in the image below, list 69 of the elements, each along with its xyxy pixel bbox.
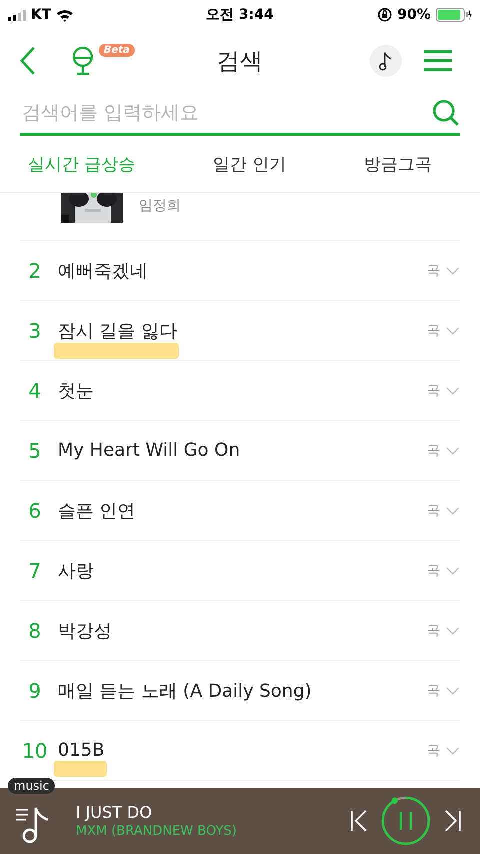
track-title: I JUST DO — [76, 803, 154, 822]
previous-icon[interactable] — [350, 810, 368, 832]
rotation-lock-icon — [378, 8, 392, 22]
type-label: 곡 — [427, 442, 440, 460]
type-label: 곡 — [427, 322, 440, 340]
play-progress-ring[interactable] — [380, 795, 432, 847]
song-title: 예뻐죽겠네 — [58, 260, 148, 282]
track-artist: MXM (BRANDNEW BOYS) — [76, 824, 238, 839]
chevron-down-icon[interactable] — [446, 506, 460, 514]
song-row[interactable]: 8 박강성 곡 — [20, 601, 460, 661]
rank-number: 6 — [28, 498, 42, 522]
song-title: 슬픈 인연 — [58, 500, 136, 522]
type-label: 곡 — [427, 682, 440, 700]
chevron-down-icon[interactable] — [446, 686, 460, 694]
carrier-text: KT — [31, 7, 52, 23]
menu-icon[interactable] — [424, 50, 452, 72]
rank-number: 7 — [28, 558, 42, 582]
page-title: 검색 — [217, 48, 263, 76]
back-icon[interactable] — [20, 46, 36, 76]
search-field[interactable]: 검색어를 입력하세요 — [20, 102, 432, 124]
song-title: 매일 듣는 노래 (A Daily Song) — [58, 680, 312, 702]
song-title: 사랑 — [58, 560, 94, 582]
type-label: 곡 — [427, 622, 440, 640]
rank-number: 9 — [28, 678, 42, 702]
song-title: 잠시 길을 잃다 — [58, 320, 178, 342]
clock-text: 오전 3:44 — [206, 6, 274, 24]
rank-number: 4 — [28, 378, 42, 402]
rank-number: 3 — [28, 318, 42, 342]
song-title: 박강성 — [58, 620, 112, 642]
song-row[interactable]: 4 첫눈 곡 — [20, 361, 460, 421]
type-label: 곡 — [427, 502, 440, 520]
song-row[interactable]: 9 매일 듣는 노래 (A Daily Song) 곡 — [20, 661, 460, 721]
chevron-down-icon[interactable] — [446, 266, 460, 274]
next-icon[interactable] — [444, 810, 462, 832]
chevron-down-icon[interactable] — [446, 566, 460, 574]
song-title: 첫눈 — [58, 380, 94, 402]
type-label: 곡 — [427, 382, 440, 400]
rank-number: 2 — [28, 258, 42, 282]
chevron-down-icon[interactable] — [446, 386, 460, 394]
signal-icon — [8, 10, 26, 20]
rank-number: 5 — [28, 438, 42, 462]
music-note-icon — [379, 51, 393, 71]
artist-name: 임정희 — [139, 197, 181, 215]
wifi-icon — [56, 8, 74, 22]
song-row[interactable]: 5 My Heart Will Go On 곡 — [20, 421, 460, 481]
beta-badge: Beta — [99, 44, 135, 57]
type-label: 곡 — [427, 742, 440, 760]
music-badge: music — [8, 778, 56, 794]
battery-icon — [436, 8, 472, 22]
song-row[interactable]: 2 예뻐죽겠네 곡 — [20, 241, 460, 301]
search-icon[interactable] — [432, 98, 460, 126]
chevron-down-icon[interactable] — [446, 446, 460, 454]
rank-number: 10 — [21, 738, 49, 762]
battery-percent: 90% — [397, 7, 431, 23]
chart-tab[interactable]: 방금그곡 — [364, 146, 432, 182]
song-row[interactable]: 7 사랑 곡 — [20, 541, 460, 601]
chevron-down-icon[interactable] — [446, 746, 460, 754]
song-title: My Heart Will Go On — [58, 440, 240, 461]
chevron-down-icon[interactable] — [446, 626, 460, 634]
song-row[interactable]: 6 슬픈 인연 곡 — [20, 481, 460, 541]
type-label: 곡 — [427, 562, 440, 580]
song-title: 015B — [58, 740, 105, 761]
song-row[interactable]: 10 015B 곡 — [20, 721, 460, 781]
chart-tab[interactable]: 일간 인기 — [213, 146, 286, 182]
type-label: 곡 — [427, 262, 440, 280]
chevron-down-icon[interactable] — [446, 326, 460, 334]
song-row[interactable]: 3 잠시 길을 잃다 곡 — [20, 301, 460, 361]
rank-number: 8 — [28, 618, 42, 642]
music-note-button[interactable] — [370, 45, 402, 77]
